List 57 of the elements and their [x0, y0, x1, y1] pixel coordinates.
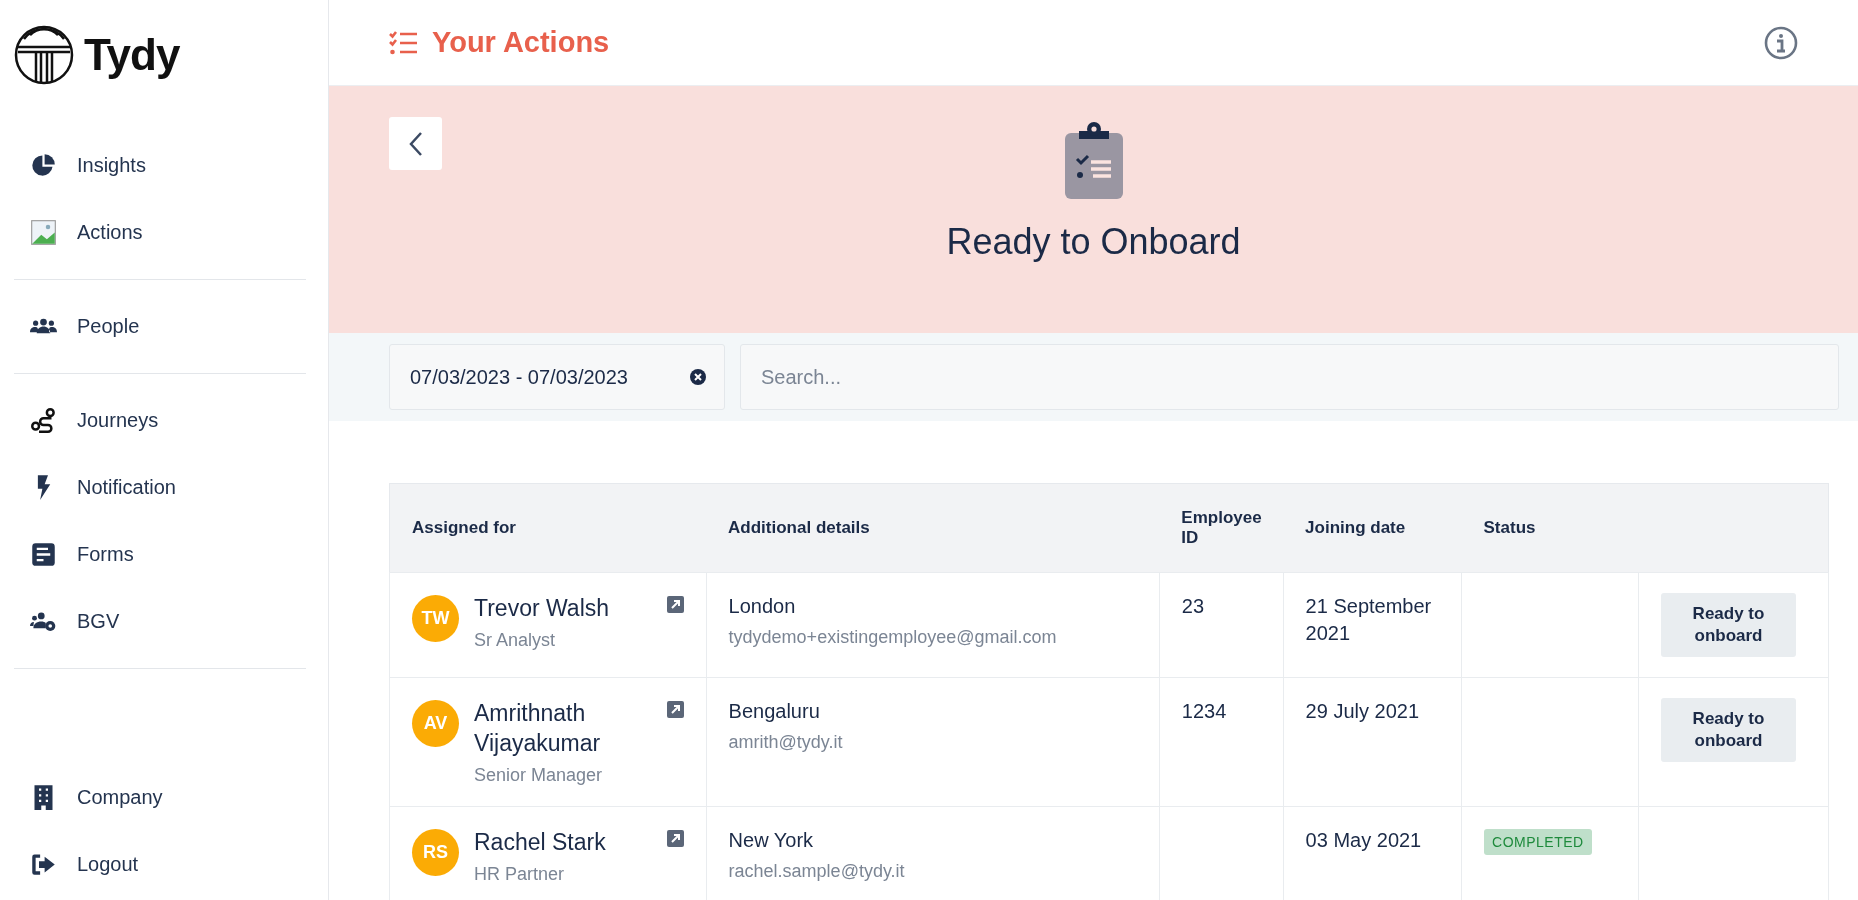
pie-chart-icon [30, 152, 57, 179]
person-role: HR Partner [474, 863, 566, 885]
person-name: Trevor Walsh [474, 594, 611, 623]
page-title: Your Actions [432, 26, 610, 59]
sidebar-item[interactable]: BGV [14, 588, 306, 655]
route-icon [30, 407, 57, 434]
checklist-icon [389, 29, 418, 56]
avatar: RS [412, 829, 459, 876]
person-name: Rachel Stark [474, 828, 607, 857]
column-header: Joining date [1283, 483, 1462, 573]
location-text: London [728, 594, 797, 619]
column-header: Assigned for [389, 483, 707, 573]
joining-date: 29 July 2021 [1305, 700, 1420, 722]
ready-to-onboard-button[interactable]: Ready to onboard [1661, 698, 1796, 762]
logo-icon [14, 25, 74, 85]
email-text: amrith@tydy.it [728, 731, 844, 753]
joining-date: 21 September 2021 [1305, 595, 1432, 644]
external-link-icon[interactable] [666, 701, 684, 718]
back-button[interactable] [389, 117, 442, 170]
joining-date: 03 May 2021 [1305, 829, 1422, 851]
status-badge: COMPLETED [1484, 829, 1592, 855]
sidebar-item[interactable]: Company [14, 764, 306, 831]
location-text: New York [728, 828, 815, 853]
person-role: Senior Manager [474, 764, 604, 786]
sidebar-item[interactable]: Logout [14, 831, 306, 898]
banner-title: Ready to Onboard [946, 221, 1241, 263]
info-icon[interactable] [1764, 25, 1798, 60]
person-role: Sr Analyst [474, 629, 557, 651]
logo-text: Tydy [84, 30, 180, 80]
sidebar-item[interactable]: Journeys [14, 387, 306, 454]
sidebar-item[interactable]: Forms [14, 521, 306, 588]
ready-to-onboard-button[interactable]: Ready to onboard [1661, 593, 1796, 657]
image-icon [30, 219, 57, 246]
form-icon [30, 541, 57, 568]
sidebar-item[interactable]: Actions [14, 199, 306, 266]
person-name: Amrithnath Vijayakumar [474, 699, 602, 758]
clipboard-checklist-icon [1064, 121, 1123, 199]
column-header: Status [1461, 483, 1639, 573]
sidebar-item[interactable]: People [14, 293, 306, 360]
column-header: Employee ID [1159, 483, 1284, 573]
location-text: Bengaluru [728, 699, 821, 724]
external-link-icon[interactable] [666, 596, 684, 613]
employee-id: 1234 [1181, 700, 1227, 722]
avatar: AV [412, 700, 459, 747]
date-range-field[interactable]: 07/03/2023 - 07/03/2023 [389, 344, 725, 410]
chevron-left-icon [407, 130, 424, 157]
sidebar-item[interactable]: Notification [14, 454, 306, 521]
external-link-icon[interactable] [666, 830, 684, 847]
column-header: Additional details [706, 483, 1160, 573]
sidebar-item[interactable]: Insights [14, 132, 306, 199]
logout-icon [30, 851, 57, 878]
email-text: rachel.sample@tydy.it [728, 860, 906, 882]
email-text: tydydemo+existingemployee@gmail.com [728, 626, 1058, 648]
employee-id: 23 [1181, 595, 1205, 617]
avatar: TW [412, 595, 459, 642]
search-field[interactable]: Search... [740, 344, 1839, 410]
clear-icon[interactable] [690, 369, 706, 385]
